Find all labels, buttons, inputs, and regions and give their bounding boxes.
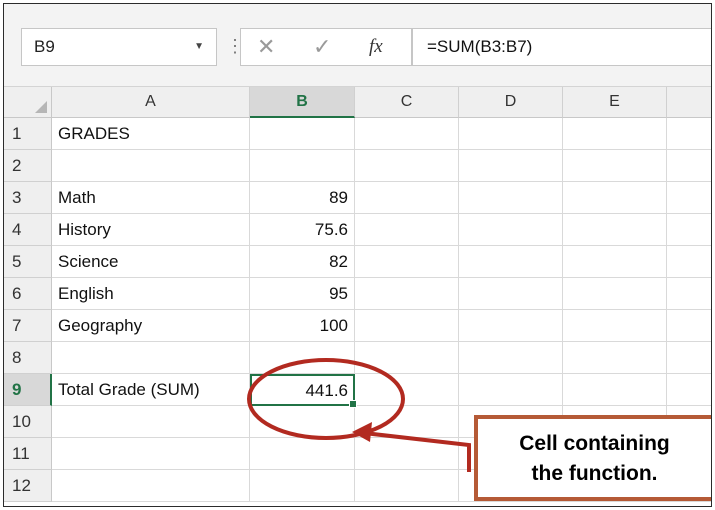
cell-d3[interactable] <box>459 182 563 214</box>
callout-box: Cell containing the function. <box>474 415 711 501</box>
cell-c6[interactable] <box>355 278 459 310</box>
fill-handle[interactable] <box>349 400 357 408</box>
row-header[interactable]: 3 <box>4 182 52 214</box>
cell-b7[interactable]: 100 <box>250 310 355 342</box>
row-header[interactable]: 8 <box>4 342 52 374</box>
cell-b10[interactable] <box>250 406 355 438</box>
column-header-e[interactable]: E <box>563 87 667 118</box>
cell-f9[interactable] <box>667 374 711 406</box>
cell-e6[interactable] <box>563 278 667 310</box>
row-header[interactable]: 10 <box>4 406 52 438</box>
cell-b9[interactable]: 441.6 <box>250 374 357 408</box>
cell-b12[interactable] <box>250 470 355 502</box>
enter-check-icon[interactable]: ✓ <box>313 29 331 65</box>
cell-a2[interactable] <box>52 150 250 182</box>
cell-b5[interactable]: 82 <box>250 246 355 278</box>
cell-a11[interactable] <box>52 438 250 470</box>
cell-f6[interactable] <box>667 278 711 310</box>
cell-c5[interactable] <box>355 246 459 278</box>
more-options-icon[interactable]: ⋮ <box>226 28 244 66</box>
cell-a6[interactable]: English <box>52 278 250 310</box>
cell-f8[interactable] <box>667 342 711 374</box>
formula-text: =SUM(B3:B7) <box>427 37 533 56</box>
cell-b8[interactable] <box>250 342 355 374</box>
cell-e8[interactable] <box>563 342 667 374</box>
cell-c7[interactable] <box>355 310 459 342</box>
row-header[interactable]: 7 <box>4 310 52 342</box>
name-box-value: B9 <box>34 37 55 56</box>
row-header[interactable]: 6 <box>4 278 52 310</box>
cell-c1[interactable] <box>355 118 459 150</box>
cell-c2[interactable] <box>355 150 459 182</box>
cell-c9[interactable] <box>355 374 459 406</box>
name-box[interactable]: B9 ▼ <box>21 28 217 66</box>
cell-c3[interactable] <box>355 182 459 214</box>
cell-a10[interactable] <box>52 406 250 438</box>
row-header[interactable]: 4 <box>4 214 52 246</box>
cell-f4[interactable] <box>667 214 711 246</box>
cell-b2[interactable] <box>250 150 355 182</box>
cell-e7[interactable] <box>563 310 667 342</box>
cell-e2[interactable] <box>563 150 667 182</box>
row-header[interactable]: 9 <box>4 374 52 406</box>
column-header-d[interactable]: D <box>459 87 563 118</box>
cell-d8[interactable] <box>459 342 563 374</box>
row-header[interactable]: 12 <box>4 470 52 502</box>
cell-d4[interactable] <box>459 214 563 246</box>
insert-function-icon[interactable]: fx <box>369 29 383 65</box>
formula-buttons: ✕ ✓ fx <box>240 28 412 66</box>
row-header[interactable]: 11 <box>4 438 52 470</box>
cell-b4[interactable]: 75.6 <box>250 214 355 246</box>
cell-a4[interactable]: History <box>52 214 250 246</box>
column-header-c[interactable]: C <box>355 87 459 118</box>
formula-input[interactable]: =SUM(B3:B7) <box>412 28 711 66</box>
column-header-a[interactable]: A <box>52 87 250 118</box>
cell-b6[interactable]: 95 <box>250 278 355 310</box>
column-header-f[interactable]: F <box>667 87 711 118</box>
cell-d6[interactable] <box>459 278 563 310</box>
callout-line-2: the function. <box>531 462 658 485</box>
cell-b3[interactable]: 89 <box>250 182 355 214</box>
cell-a3[interactable]: Math <box>52 182 250 214</box>
cell-f3[interactable] <box>667 182 711 214</box>
cell-a7[interactable]: Geography <box>52 310 250 342</box>
cell-c11[interactable] <box>355 438 459 470</box>
cell-c8[interactable] <box>355 342 459 374</box>
cell-c10[interactable] <box>355 406 459 438</box>
select-all-triangle-icon <box>35 101 47 113</box>
cell-a8[interactable] <box>52 342 250 374</box>
cancel-icon[interactable]: ✕ <box>257 29 275 65</box>
cell-a9[interactable]: Total Grade (SUM) <box>52 374 250 406</box>
row-header[interactable]: 5 <box>4 246 52 278</box>
column-header-b[interactable]: B <box>250 87 355 118</box>
formula-bar: B9 ▼ ⋮ ✕ ✓ fx =SUM(B3:B7) <box>4 4 711 87</box>
cell-d7[interactable] <box>459 310 563 342</box>
cell-a5[interactable]: Science <box>52 246 250 278</box>
row-header[interactable]: 1 <box>4 118 52 150</box>
callout-line-1: Cell containing <box>519 432 670 455</box>
cell-b1[interactable] <box>250 118 355 150</box>
cell-f1[interactable] <box>667 118 711 150</box>
cell-f2[interactable] <box>667 150 711 182</box>
cell-f7[interactable] <box>667 310 711 342</box>
cell-e4[interactable] <box>563 214 667 246</box>
cell-d1[interactable] <box>459 118 563 150</box>
cell-d5[interactable] <box>459 246 563 278</box>
cell-e5[interactable] <box>563 246 667 278</box>
row-header[interactable]: 2 <box>4 150 52 182</box>
select-all-button[interactable] <box>4 87 52 118</box>
cell-d2[interactable] <box>459 150 563 182</box>
cell-f5[interactable] <box>667 246 711 278</box>
cell-e1[interactable] <box>563 118 667 150</box>
cell-c12[interactable] <box>355 470 459 502</box>
cell-c4[interactable] <box>355 214 459 246</box>
cell-b11[interactable] <box>250 438 355 470</box>
excel-window: B9 ▼ ⋮ ✕ ✓ fx =SUM(B3:B7) A B C D E F 1G… <box>3 3 712 507</box>
dropdown-arrow-icon[interactable]: ▼ <box>194 29 204 65</box>
cell-a1[interactable]: GRADES <box>52 118 250 150</box>
cell-d9[interactable] <box>459 374 563 406</box>
cell-e3[interactable] <box>563 182 667 214</box>
cell-e9[interactable] <box>563 374 667 406</box>
cell-a12[interactable] <box>52 470 250 502</box>
